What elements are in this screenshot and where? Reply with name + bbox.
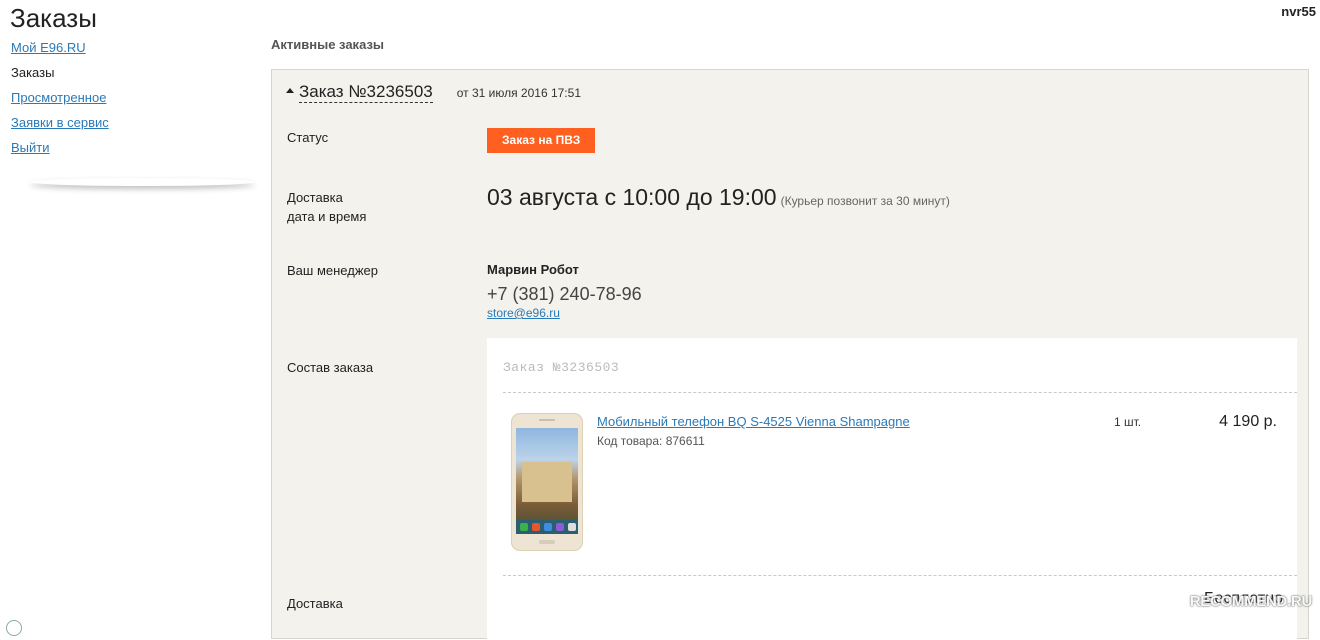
divider	[503, 575, 1297, 576]
browser-app-icon	[556, 523, 564, 531]
app-dock-graphic	[516, 520, 578, 534]
watermark-logo: RECOMMEND.RU	[1189, 593, 1313, 610]
status-badge: Заказ на ПВЗ	[487, 128, 596, 153]
sidebar-item-logout[interactable]: Выйти	[11, 140, 261, 165]
shipping-label: Доставка	[287, 596, 343, 611]
username[interactable]: nvr55	[1281, 4, 1316, 19]
delivery-label-line2: дата и время	[287, 209, 367, 224]
courier-note: (Курьер позвонит за 30 минут)	[780, 194, 950, 208]
contacts-app-icon	[544, 523, 552, 531]
phone-speaker-graphic	[539, 419, 555, 421]
order-card: Заказ №3236503 от 31 июля 2016 17:51 Стат…	[271, 69, 1309, 640]
product-quantity: 1 шт.	[1114, 415, 1142, 429]
delivery-datetime: 03 августа с 10:00 до 19:00 (Курьер позво…	[487, 184, 950, 211]
phone-screen-graphic	[516, 428, 578, 534]
divider	[503, 392, 1297, 393]
corner-circle-icon	[6, 620, 22, 636]
order-date: от 31 июля 2016 17:51	[456, 86, 581, 100]
section-title: Активные заказы	[271, 37, 385, 52]
status-label: Статус	[287, 130, 329, 145]
manager-email-link[interactable]: store@e96.ru	[487, 306, 560, 320]
sidebar-shadow-divider	[30, 178, 255, 186]
order-header: Заказ №3236503 от 31 июля 2016 17:51	[286, 82, 581, 103]
page-title: Заказы	[10, 3, 97, 33]
product-name-link[interactable]: Мобильный телефон BQ S-4525 Vienna Shamp…	[597, 414, 910, 429]
building-graphic	[522, 462, 572, 502]
order-contents-panel: Заказ №3236503 Мобильный телефон BQ S-45…	[487, 338, 1297, 640]
order-number-toggle[interactable]: Заказ №3236503	[299, 82, 433, 103]
manager-name: Марвин Робот	[487, 262, 579, 277]
contents-title: Заказ №3236503	[503, 360, 620, 375]
delivery-label-line1: Доставка	[287, 190, 343, 205]
contents-label: Состав заказа	[287, 360, 374, 375]
product-code: Код товара: 876611	[597, 434, 705, 448]
phone-product-image[interactable]	[511, 413, 583, 551]
sidebar-item-viewed[interactable]: Просмотренное	[11, 90, 261, 115]
manager-label: Ваш менеджер	[287, 263, 378, 278]
manager-phone: +7 (381) 240-78-96	[487, 284, 642, 304]
camera-app-icon	[568, 523, 576, 531]
delivery-datetime-value: 03 августа с 10:00 до 19:00	[487, 184, 777, 210]
collapse-arrow-icon[interactable]	[286, 88, 294, 94]
phone-home-button-graphic	[539, 540, 555, 544]
sidebar-item-orders: Заказы	[11, 65, 55, 80]
delivery-label: Доставка дата и время	[287, 188, 366, 226]
sidebar-nav: Мой E96.RU Заказы Просмотренное Заявки в…	[11, 40, 261, 165]
messages-app-icon	[532, 523, 540, 531]
phone-app-icon	[520, 523, 528, 531]
sidebar-item-service-requests[interactable]: Заявки в сервис	[11, 115, 261, 140]
sidebar-item-my-e96[interactable]: Мой E96.RU	[11, 40, 261, 65]
product-price: 4 190 р.	[1219, 413, 1277, 430]
